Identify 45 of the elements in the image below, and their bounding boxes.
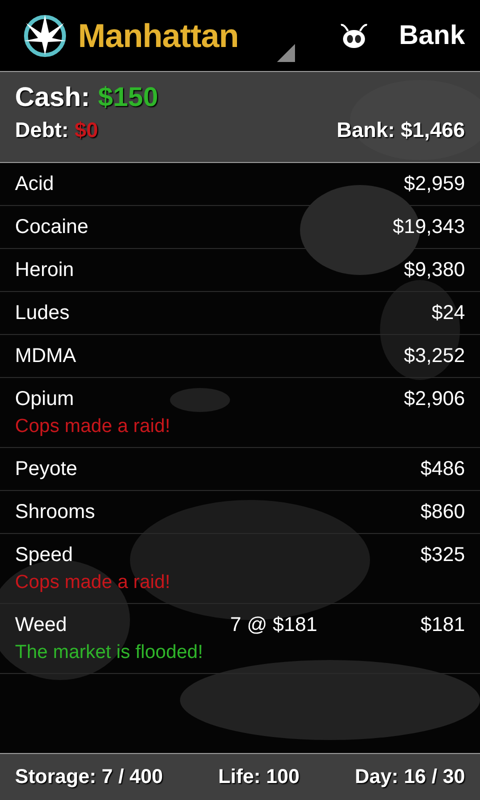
cash-value: $150 [98,82,158,113]
debt-label: Debt: [15,119,69,143]
drug-price: $24 [432,302,465,325]
drug-row[interactable]: Opium $2,906 Cops made a raid! [0,378,480,448]
cash-label: Cash: [15,82,90,113]
drug-row[interactable]: Speed $325 Cops made a raid! [0,534,480,604]
drug-price: $2,906 [404,388,465,411]
drug-price: $3,252 [404,345,465,368]
life-text: Life: 100 [218,766,300,788]
location-title[interactable]: Manhattan [78,16,238,54]
bank-balance: Bank: $1,466 [336,119,465,143]
bank-button[interactable]: Bank [398,20,465,51]
drug-price: $325 [420,544,465,567]
day-text: Day: 16 / 30 [354,766,465,788]
drug-price: $860 [420,501,465,524]
drug-name: Heroin [15,259,74,282]
drug-price: $2,959 [404,173,465,196]
drug-price: $181 [420,614,465,637]
drug-row[interactable]: Cocaine $19,343 [0,206,480,249]
debt-value: $0 [74,119,98,143]
drug-name: Weed [15,614,67,637]
drug-name: Speed [15,544,73,567]
drug-name: Peyote [15,458,78,481]
drug-price: $9,380 [404,259,465,282]
event-message: The market is flooded! [15,642,204,664]
drug-name: MDMA [15,345,76,368]
drug-row[interactable]: MDMA $3,252 [0,335,480,378]
drug-name: Cocaine [15,216,88,239]
drug-price: $486 [420,458,465,481]
event-message: Cops made a raid! [15,416,172,438]
drug-row[interactable]: Heroin $9,380 [0,249,480,292]
drug-row[interactable]: Shrooms $860 [0,491,480,534]
drug-name: Shrooms [15,501,96,524]
event-message: Cops made a raid! [15,572,172,594]
drug-row[interactable]: Ludes $24 [0,292,480,335]
storage-text: Storage: 7 / 400 [15,766,163,788]
drug-price: $19,343 [392,216,465,239]
drug-name: Opium [15,388,74,411]
drug-name: Acid [15,173,54,196]
drug-name: Ludes [15,302,70,325]
drug-row[interactable]: Peyote $486 [0,448,480,491]
holding-text: 7 @ $181 [229,614,318,637]
drug-row[interactable]: Weed 7 @ $181 $181 The market is flooded! [0,604,480,674]
dropdown-corner-icon[interactable] [276,44,294,62]
drug-row[interactable]: Acid $2,959 [0,163,480,206]
